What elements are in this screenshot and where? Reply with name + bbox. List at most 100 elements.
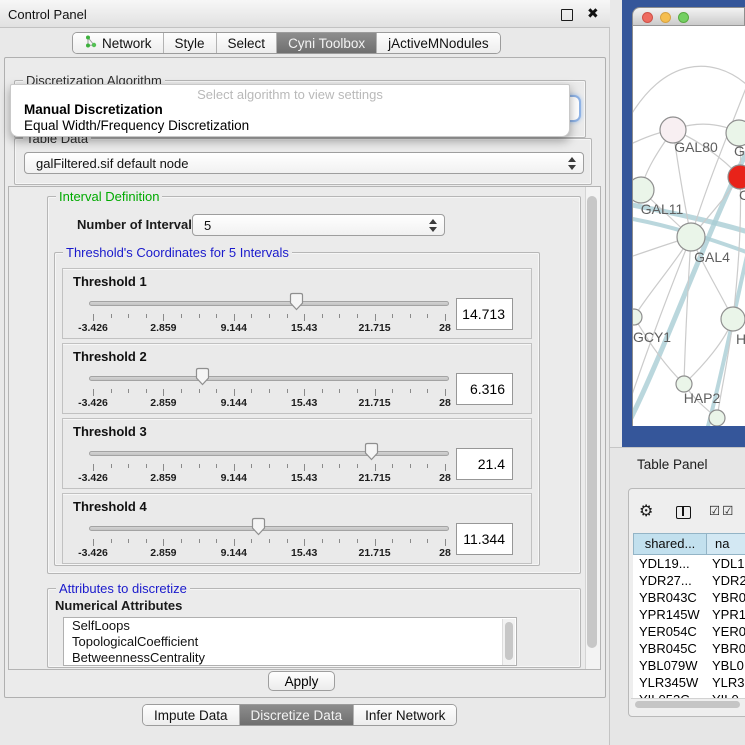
threshold-slider-track[interactable] bbox=[89, 376, 449, 381]
threshold-slider-handle[interactable] bbox=[364, 442, 379, 461]
node-table-body[interactable]: YDL19...YDL1YDR27...YDR2YBR043CYBR0YPR14… bbox=[633, 555, 745, 698]
slider-tick bbox=[375, 314, 376, 321]
tab-select[interactable]: Select bbox=[217, 33, 278, 53]
threshold-value-field[interactable]: 21.4 bbox=[456, 448, 513, 480]
control-panel-title: Control Panel bbox=[8, 7, 87, 22]
numerical-attributes-list[interactable]: SelfLoopsTopologicalCoefficientBetweenne… bbox=[63, 617, 517, 666]
select-columns-icon[interactable]: ☑☑ bbox=[709, 503, 735, 518]
slider-tick bbox=[392, 539, 393, 543]
slider-tick bbox=[410, 539, 411, 543]
thresholds-group-label: Threshold's Coordinates for 5 Intervals bbox=[63, 245, 292, 260]
mac-zoom-icon[interactable] bbox=[678, 12, 689, 23]
network-view-canvas[interactable]: GAL80GACGAL11GAL4GCY1HHAP2 bbox=[632, 26, 745, 426]
slider-tick bbox=[251, 539, 252, 543]
threshold-slider-handle[interactable] bbox=[289, 292, 304, 311]
slider-tick bbox=[146, 464, 147, 468]
slider-tick bbox=[445, 389, 446, 396]
slider-tick bbox=[93, 389, 94, 396]
table-column-header-name[interactable]: na bbox=[706, 533, 745, 555]
table-row[interactable]: YLR345WYLR3 bbox=[633, 674, 745, 691]
slider-tick bbox=[269, 314, 270, 318]
bottom-tab-discretize-data[interactable]: Discretize Data bbox=[240, 705, 355, 725]
bottom-tab-impute-data[interactable]: Impute Data bbox=[143, 705, 240, 725]
tab-jactivemnodules[interactable]: jActiveMNodules bbox=[377, 33, 500, 53]
list-scrollbar-track[interactable] bbox=[502, 619, 515, 665]
slider-tick bbox=[339, 389, 340, 393]
network-node-gal11[interactable] bbox=[633, 177, 654, 203]
attribute-item-selfloops[interactable]: SelfLoops bbox=[64, 618, 516, 634]
attribute-item-topologicalcoefficient[interactable]: TopologicalCoefficient bbox=[64, 634, 516, 650]
network-node-h[interactable] bbox=[721, 307, 745, 331]
table-row[interactable]: YDR27...YDR2 bbox=[633, 572, 745, 589]
table-settings-gear-icon[interactable]: ⚙ bbox=[639, 501, 653, 521]
threshold-value-field[interactable]: 6.316 bbox=[456, 373, 513, 405]
table-row[interactable]: YBL079WYBL0 bbox=[633, 657, 745, 674]
slider-tick-label: 9.144 bbox=[206, 472, 262, 484]
tab-cyni-toolbox-label: Cyni Toolbox bbox=[288, 36, 365, 51]
threshold-value-field[interactable]: 11.344 bbox=[456, 523, 513, 555]
slider-tick bbox=[410, 389, 411, 393]
slider-tick bbox=[357, 539, 358, 543]
network-edge[interactable] bbox=[684, 237, 691, 384]
slider-tick bbox=[304, 389, 305, 396]
slider-tick-label: -3.426 bbox=[65, 322, 121, 334]
table-hscrollbar-thumb[interactable] bbox=[635, 701, 740, 708]
slider-tick bbox=[111, 389, 112, 393]
slider-tick bbox=[427, 464, 428, 468]
slider-tick bbox=[322, 464, 323, 468]
slider-tick bbox=[269, 389, 270, 393]
network-node[interactable] bbox=[709, 410, 725, 426]
slider-tick bbox=[251, 464, 252, 468]
threshold-label: Threshold 3 bbox=[73, 424, 147, 439]
number-of-intervals-combobox[interactable]: 5 bbox=[192, 214, 445, 236]
threshold-panel-1: Threshold 1-3.4262.8599.14415.4321.71528… bbox=[62, 268, 532, 339]
table-cell-name: YDR2 bbox=[712, 572, 745, 589]
column-layout-icon[interactable] bbox=[676, 506, 691, 519]
mac-close-icon[interactable] bbox=[642, 12, 653, 23]
threshold-slider-track[interactable] bbox=[89, 451, 449, 456]
attribute-item-betweennesscentrality[interactable]: BetweennessCentrality bbox=[64, 650, 516, 666]
slider-tick bbox=[181, 314, 182, 318]
close-icon[interactable]: ✖ bbox=[587, 5, 599, 22]
network-window-titlebar[interactable] bbox=[632, 7, 745, 26]
slider-tick-label: 15.43 bbox=[276, 322, 332, 334]
slider-tick-label: 21.715 bbox=[347, 547, 403, 559]
threshold-slider-handle[interactable] bbox=[195, 367, 210, 386]
table-row[interactable]: YPR145WYPR1 bbox=[633, 606, 745, 623]
slider-tick-label: -3.426 bbox=[65, 547, 121, 559]
algorithm-option-equal-width-frequency-discretization[interactable]: Equal Width/Frequency Discretization bbox=[24, 118, 249, 133]
threshold-value-field[interactable]: 14.713 bbox=[456, 298, 513, 330]
table-cell-name: YPR1 bbox=[712, 606, 745, 623]
bottom-tab-infer-network[interactable]: Infer Network bbox=[354, 705, 456, 725]
network-edge[interactable] bbox=[633, 66, 745, 122]
slider-tick bbox=[287, 539, 288, 543]
float-window-icon[interactable] bbox=[561, 9, 573, 21]
tab-cyni-toolbox[interactable]: Cyni Toolbox bbox=[277, 33, 377, 53]
table-data-combobox[interactable]: galFiltered.sif default node bbox=[24, 152, 584, 174]
network-node-gcy1[interactable] bbox=[633, 309, 642, 325]
threshold-slider-handle[interactable] bbox=[251, 517, 266, 536]
table-row[interactable]: YIL052CYIL0 bbox=[633, 691, 745, 698]
settings-scrollbar-thumb[interactable] bbox=[587, 196, 597, 648]
threshold-slider-track[interactable] bbox=[89, 301, 449, 306]
tab-style[interactable]: Style bbox=[164, 33, 217, 53]
mac-minimize-icon[interactable] bbox=[660, 12, 671, 23]
table-cell-name: YER0 bbox=[712, 623, 745, 640]
table-row[interactable]: YBR043CYBR0 bbox=[633, 589, 745, 606]
tab-network[interactable]: Network bbox=[73, 33, 164, 53]
algorithm-option-manual-discretization[interactable]: Manual Discretization bbox=[24, 102, 163, 117]
apply-button[interactable]: Apply bbox=[268, 671, 335, 691]
network-node-gal4[interactable] bbox=[677, 223, 705, 251]
threshold-slider-track[interactable] bbox=[89, 526, 449, 531]
slider-tick bbox=[427, 314, 428, 318]
slider-tick bbox=[163, 314, 164, 321]
table-column-header-shared[interactable]: shared... bbox=[633, 533, 707, 555]
slider-tick-label: -3.426 bbox=[65, 472, 121, 484]
table-row[interactable]: YDL19...YDL1 bbox=[633, 555, 745, 572]
table-row[interactable]: YER054CYER0 bbox=[633, 623, 745, 640]
list-scrollbar-thumb[interactable] bbox=[505, 622, 513, 660]
tab-network-label: Network bbox=[102, 36, 152, 51]
network-node-label: C bbox=[739, 187, 745, 203]
table-cell-shared-name: YBR045C bbox=[639, 640, 697, 657]
table-row[interactable]: YBR045CYBR0 bbox=[633, 640, 745, 657]
